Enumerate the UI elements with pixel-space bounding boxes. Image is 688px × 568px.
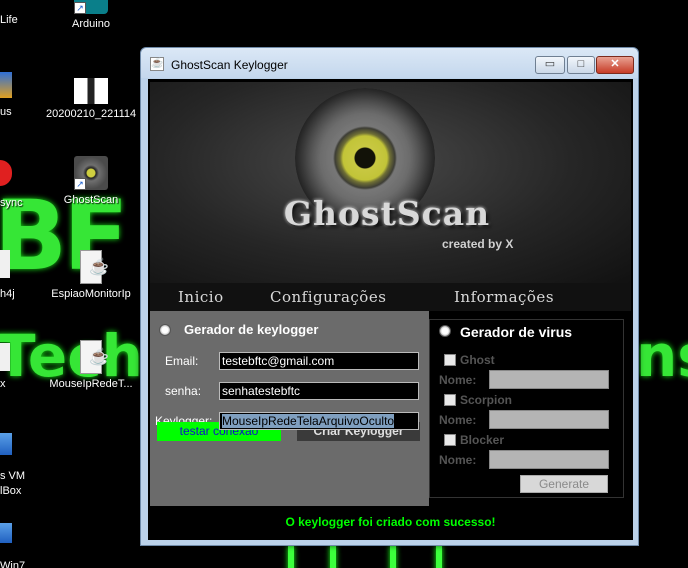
keylogger-title: Gerador de keylogger — [184, 322, 319, 337]
scorpion-name-field[interactable] — [489, 410, 609, 429]
arduino-icon: ↗ — [74, 0, 108, 14]
banner-logo-text: GhostScan — [283, 194, 491, 233]
keylogger-radio[interactable] — [159, 324, 171, 336]
partial-shield-icon[interactable] — [0, 72, 12, 98]
desktop-icon-image[interactable]: 20200210_221114 — [46, 74, 136, 120]
desktop-icon-label: MouseIpRedeT... — [49, 378, 133, 390]
desktop-label-life[interactable]: Life — [0, 14, 18, 26]
blocker-name-field[interactable] — [489, 450, 609, 469]
virus-panel: Gerador de virus Ghost Nome: Scorpion No… — [429, 319, 624, 498]
shortcut-arrow-icon: ↗ — [74, 178, 86, 190]
java-file-icon — [80, 250, 109, 284]
desktop-icon-mouseipredet[interactable]: MouseIpRedeT... — [46, 340, 136, 390]
maximize-button[interactable]: □ — [567, 56, 595, 74]
desktop-label-sync[interactable]: sync — [0, 197, 23, 209]
wallpaper-line — [436, 545, 442, 568]
desktop-label-box[interactable]: lBox — [0, 485, 21, 497]
image-icon — [74, 78, 108, 104]
ghostscan-window: ☕ GhostScan Keylogger ▭ □ ✕ GhostScan cr… — [140, 47, 639, 546]
desktop-icon-label: EspiaoMonitorIp — [51, 288, 131, 300]
ghost-checkbox[interactable] — [444, 354, 456, 366]
desktop-icon-espiaomonitorip[interactable]: EspiaoMonitorIp — [46, 250, 136, 300]
password-field[interactable]: senhatestebftc — [219, 382, 419, 400]
desktop-icon-arduino[interactable]: ↗ Arduino — [46, 0, 136, 30]
blocker-checkbox[interactable] — [444, 434, 456, 446]
window-title: GhostScan Keylogger — [171, 58, 288, 72]
virus-radio[interactable] — [439, 325, 451, 337]
virus-title: Gerador de virus — [460, 324, 573, 340]
java-file-icon — [80, 340, 109, 374]
window-content: GhostScan created by X Inicio Configuraç… — [148, 79, 633, 540]
email-field[interactable]: testebftc@gmail.com — [219, 352, 419, 370]
partial-file-icon[interactable] — [0, 250, 10, 278]
desktop-label-win7[interactable]: Win7 — [0, 560, 25, 568]
status-message: O keylogger foi criado com sucesso! — [150, 509, 631, 536]
wallpaper-tech-text-right: ns — [636, 322, 688, 390]
banner-credit: created by X — [442, 237, 514, 251]
shortcut-arrow-icon: ↗ — [74, 2, 86, 14]
scorpion-checkbox[interactable] — [444, 394, 456, 406]
keylogger-panel: Gerador de keylogger Email: testebftc@gm… — [150, 311, 429, 506]
scorpion-name-label: Nome: — [439, 413, 477, 427]
ghostscan-banner: GhostScan created by X — [150, 82, 631, 283]
ghost-name-label: Nome: — [439, 373, 477, 387]
desktop-icon-ghostscan[interactable]: ↗ GhostScan — [46, 156, 136, 206]
partial-file-icon[interactable] — [0, 343, 10, 371]
ghost-label: Ghost — [460, 353, 495, 367]
ghost-name-field[interactable] — [489, 370, 609, 389]
java-app-icon: ☕ — [150, 57, 164, 71]
minimize-button[interactable]: ▭ — [535, 56, 565, 74]
desktop-label-us[interactable]: us — [0, 106, 12, 118]
desktop-label-vm[interactable]: s VM — [0, 470, 25, 482]
wallpaper-line — [288, 545, 294, 568]
desktop-icon-label: GhostScan — [63, 194, 119, 206]
wallpaper-line — [390, 545, 396, 568]
desktop-label-h4j[interactable]: h4j — [0, 288, 15, 300]
eye-icon: ↗ — [74, 156, 108, 190]
desktop-icon-label: 20200210_221114 — [46, 108, 136, 120]
partial-win7-icon[interactable] — [0, 523, 12, 543]
scorpion-label: Scorpion — [460, 393, 513, 407]
nav-inicio[interactable]: Inicio — [178, 288, 224, 306]
nav-informacoes[interactable]: Informações — [454, 288, 554, 306]
blocker-label: Blocker — [460, 433, 505, 447]
close-button[interactable]: ✕ — [596, 56, 634, 74]
keylogger-name-field[interactable]: MouseIpRedeTelaArquivoOculto — [219, 412, 419, 430]
blocker-name-label: Nome: — [439, 453, 477, 467]
desktop-label-x[interactable]: x — [0, 378, 6, 390]
generate-button[interactable]: Generate — [520, 475, 608, 493]
title-bar[interactable]: ☕ GhostScan Keylogger ▭ □ ✕ — [141, 48, 638, 78]
keylogger-name-value: MouseIpRedeTelaArquivoOculto — [222, 414, 395, 428]
wallpaper-line — [330, 545, 336, 568]
desktop-icon-label: Arduino — [72, 18, 110, 30]
email-label: Email: — [165, 354, 199, 368]
password-label: senha: — [165, 384, 202, 398]
partial-vm-icon[interactable] — [0, 433, 12, 455]
nav-configuracoes[interactable]: Configurações — [270, 288, 386, 306]
main-nav: Inicio Configurações Informações — [150, 283, 631, 311]
